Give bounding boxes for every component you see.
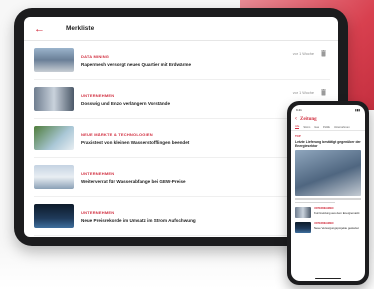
phone-app-bar: ‹ Zeitung xyxy=(291,114,365,124)
phone-device: 9:41 ▮▮▮ ‹ Zeitung Alle Strom Gas Politi… xyxy=(287,101,369,285)
list-item[interactable]: UNTERNEHMEN Neue Versorgungsprojekte ges… xyxy=(291,218,365,233)
article-row[interactable]: UNTERNEHMEN Dosswig und Enzo verlängern … xyxy=(34,80,330,119)
article-category: DATA MINING xyxy=(81,53,110,59)
article-category: UNTERNEHMEN xyxy=(81,92,115,98)
text-line xyxy=(295,198,361,200)
article-thumbnail xyxy=(34,204,74,228)
article-headline[interactable]: Praxistest von kleinen Wasserstofflingen… xyxy=(81,140,189,145)
brand-logo: Zeitung xyxy=(300,116,317,122)
item-category: UNTERNEHMEN xyxy=(314,221,334,225)
phone-screen: 9:41 ▮▮▮ ‹ Zeitung Alle Strom Gas Politi… xyxy=(291,105,365,281)
category-tabs: Alle Strom Gas Politik Unternehmen xyxy=(291,124,365,131)
article-headline[interactable]: Rapermesh versorgt neues Quartier mit Er… xyxy=(81,62,191,67)
item-category: UNTERNEHMEN xyxy=(314,206,334,210)
article-thumbnail xyxy=(34,165,74,189)
article-category: UNTERNEHMEN xyxy=(81,209,115,215)
back-arrow-icon[interactable]: ← xyxy=(34,23,54,35)
article-category: NEUE MÄRKTE & TECHNOLOGIEN xyxy=(81,131,153,137)
article-headline[interactable]: Dosswig und Enzo verlängern Vorstände xyxy=(81,101,170,106)
article-row[interactable]: DATA MINING Rapermesh versorgt neues Qua… xyxy=(34,41,330,80)
home-indicator[interactable] xyxy=(315,277,341,279)
status-time: 9:41 xyxy=(296,107,302,112)
tab-unternehmen[interactable]: Unternehmen xyxy=(334,126,350,129)
tablet-header: ← Merkliste xyxy=(24,17,338,41)
article-category: UNTERNEHMEN xyxy=(81,170,115,176)
list-item[interactable]: UNTERNEHMEN Kurzmeldung aus dem Energiem… xyxy=(291,203,365,218)
article-headline[interactable]: Neue Preisrekorde im Umsatz im Strom Auf… xyxy=(81,218,196,223)
article-date: vor 1 Woche xyxy=(292,52,314,56)
article-date: vor 1 Woche xyxy=(292,91,314,95)
article-thumbnail xyxy=(34,87,74,111)
article-thumbnail xyxy=(34,126,74,150)
signal-icon: ▮▮▮ xyxy=(355,107,360,112)
article-row[interactable]: UNTERNEHMEN Neue Preisrekorde im Umsatz … xyxy=(34,197,330,236)
tab-strom[interactable]: Strom xyxy=(303,126,310,129)
page-title: Merkliste xyxy=(66,25,95,32)
article-thumbnail xyxy=(34,48,74,72)
lead-headline[interactable]: Letzte Lieferung bestätigt gegenüber der… xyxy=(291,139,365,150)
section-label: TOP xyxy=(295,134,301,138)
tab-all[interactable]: Alle xyxy=(295,125,300,129)
trash-icon[interactable] xyxy=(321,89,326,96)
article-row[interactable]: UNTERNEHMEN Weiterverrat für Wasserabfan… xyxy=(34,158,330,197)
item-thumbnail xyxy=(295,221,311,233)
article-headline[interactable]: Weiterverrat für Wasserabfange bei GEW-P… xyxy=(81,179,186,184)
article-row[interactable]: NEUE MÄRKTE & TECHNOLOGIEN Praxistest vo… xyxy=(34,119,330,158)
back-arrow-icon[interactable]: ‹ xyxy=(295,116,297,122)
status-bar: 9:41 ▮▮▮ xyxy=(291,105,365,114)
tab-politik[interactable]: Politik xyxy=(323,126,330,129)
item-thumbnail xyxy=(295,206,311,218)
hero-image[interactable] xyxy=(295,150,361,197)
trash-icon[interactable] xyxy=(321,50,326,57)
item-headline[interactable]: Kurzmeldung aus dem Energiemarkt xyxy=(314,211,359,215)
item-headline[interactable]: Neue Versorgungsprojekte gestartet xyxy=(314,226,359,230)
tab-gas[interactable]: Gas xyxy=(314,126,319,129)
product-mockup-scene: ← Merkliste DATA MINING Rapermesh versor… xyxy=(0,0,374,289)
